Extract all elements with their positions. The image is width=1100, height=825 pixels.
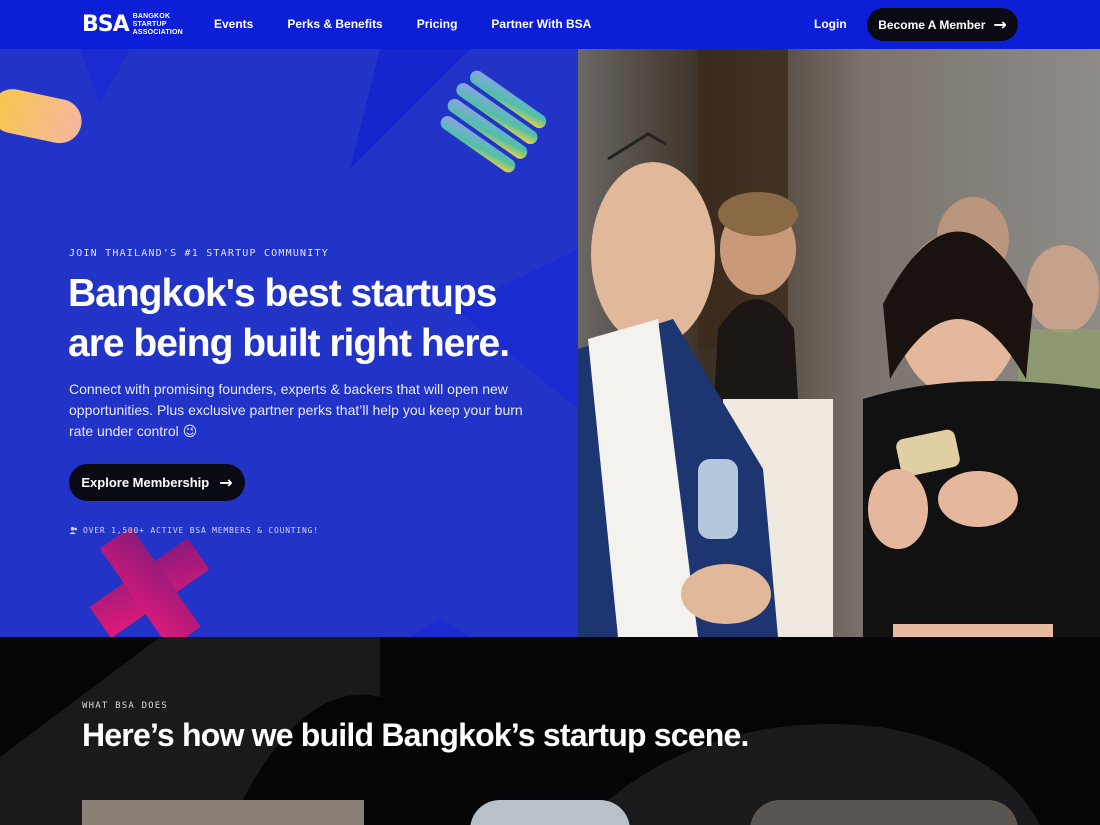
logo-word-1: Bangkok <box>132 13 171 20</box>
login-link[interactable]: Login <box>814 17 847 31</box>
bsa-logo[interactable]: BSA Bangkok Startup Association <box>82 13 183 37</box>
what-bsa-does-section: What BSA does Here’s how we build Bangko… <box>0 637 1100 825</box>
nav-link-events[interactable]: Events <box>214 17 253 31</box>
hero-event-photo <box>578 49 1100 637</box>
section-eyebrow: What BSA does <box>82 701 169 711</box>
logo-mark: BSA <box>82 12 130 37</box>
section-title: Here’s how we build Bangkok’s startup sc… <box>82 717 749 753</box>
hero-subtext: Connect with promising founders, experts… <box>69 381 523 439</box>
networking-event-photo <box>578 49 1100 637</box>
arrow-right-icon: → <box>219 472 233 492</box>
arrow-right-icon: → <box>993 14 1007 34</box>
hero-section: Join Thailand's #1 startup community Ban… <box>0 49 578 637</box>
hero-eyebrow: Join Thailand's #1 startup community <box>69 248 329 259</box>
service-card-image-1[interactable] <box>82 800 364 825</box>
logo-word-2: Startup <box>132 21 167 28</box>
explore-membership-button[interactable]: Explore Membership → <box>69 464 245 501</box>
nav-link-partner[interactable]: Partner With BSA <box>491 17 591 31</box>
hero-headline: Bangkok's best startups are being built … <box>68 269 548 369</box>
decorative-wave-shape <box>440 70 547 173</box>
decorative-cross-shape <box>90 527 209 637</box>
logo-wordmark: Bangkok Startup Association <box>133 13 183 37</box>
nav-link-pricing[interactable]: Pricing <box>417 17 458 31</box>
service-card-image-3[interactable] <box>750 800 1018 825</box>
user-group-icon <box>69 526 78 535</box>
nav-links: Events Perks & Benefits Pricing Partner … <box>214 17 625 31</box>
headline-line-1: Bangkok's best startups <box>68 272 497 315</box>
service-card-image-2[interactable] <box>470 800 630 825</box>
headline-line-2: are being built right here. <box>68 322 510 365</box>
become-member-label: Become A Member <box>878 17 986 32</box>
decorative-pill-shape <box>0 89 82 144</box>
nav-link-perks[interactable]: Perks & Benefits <box>287 17 382 31</box>
top-navigation: BSA Bangkok Startup Association Events P… <box>0 0 1100 49</box>
explore-membership-label: Explore Membership <box>81 475 210 490</box>
logo-word-3: Association <box>132 29 183 36</box>
become-member-button[interactable]: Become A Member → <box>867 8 1018 41</box>
members-count-note: Over 1,500+ active BSA members & countin… <box>69 526 319 535</box>
members-note-text: Over 1,500+ active BSA members & countin… <box>83 526 319 535</box>
